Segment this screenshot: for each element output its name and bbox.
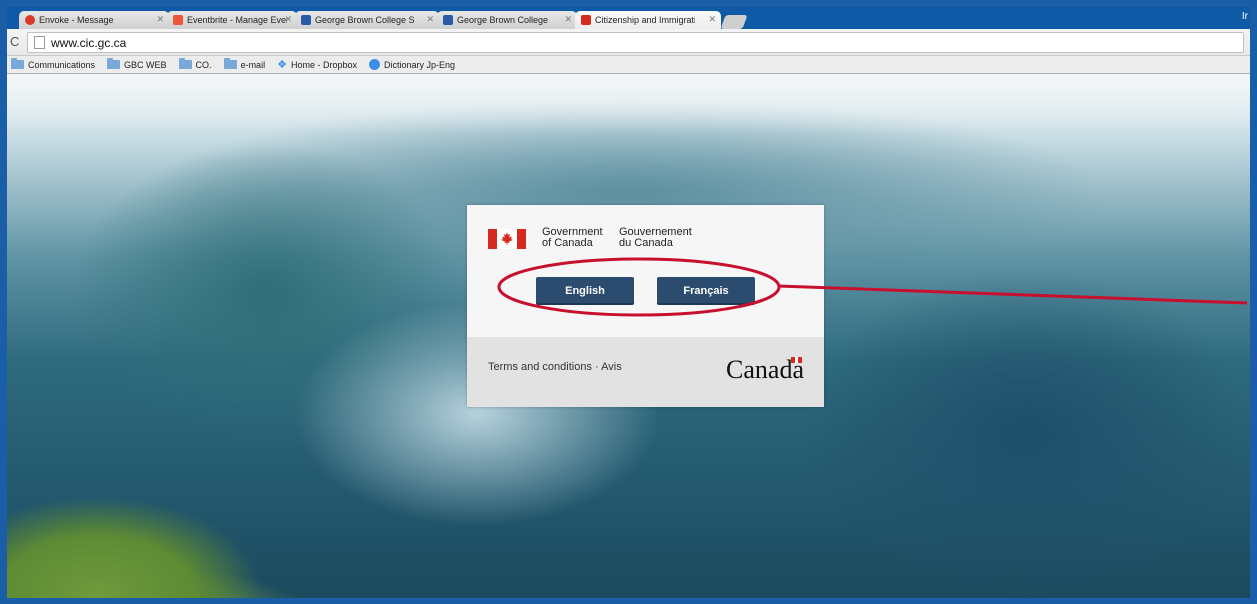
reload-icon[interactable]: C	[10, 34, 19, 49]
tab-eventbrite[interactable]: Eventbrite - Manage Even ✕	[167, 11, 297, 29]
bookmark-communications[interactable]: Communications	[11, 58, 96, 70]
bookmark-dropbox[interactable]: ❖ Home - Dropbox	[277, 58, 357, 71]
tab-label: Citizenship and Immigratio	[595, 15, 695, 25]
envoke-icon	[25, 15, 35, 25]
close-icon[interactable]: ✕	[426, 14, 434, 25]
bookmark-label: e-mail	[240, 59, 266, 70]
bookmarks-bar: Communications GBC WEB CO. e-mail ❖ Home…	[7, 56, 1250, 74]
french-button[interactable]: Français	[657, 277, 755, 305]
background-image	[7, 74, 1250, 134]
tab-label: Envoke - Message	[39, 15, 114, 25]
profile-text: Ir	[1241, 11, 1248, 22]
gov-name-french: Gouvernement du Canada	[619, 226, 692, 249]
url-field[interactable]: www.cic.gc.ca	[27, 32, 1244, 53]
eventbrite-icon	[173, 15, 183, 25]
url-text[interactable]: www.cic.gc.ca	[51, 36, 126, 50]
dictionary-icon	[368, 59, 380, 70]
card-header: Government of Canada Gouvernement du Can…	[467, 205, 824, 337]
gbc-icon	[443, 15, 453, 25]
bookmark-email[interactable]: e-mail	[223, 58, 266, 70]
screenshot-frame: Envoke - Message ✕ Eventbrite - Manage E…	[7, 7, 1250, 598]
canada-wordmark: Canada	[726, 355, 804, 384]
folder-icon	[223, 58, 237, 69]
tab-envoke[interactable]: Envoke - Message ✕	[19, 11, 169, 29]
folder-icon	[11, 58, 24, 69]
close-icon[interactable]: ✕	[564, 14, 572, 25]
folder-icon	[178, 58, 192, 69]
close-icon[interactable]: ✕	[156, 14, 164, 25]
tab-label: Eventbrite - Manage Even	[187, 15, 287, 25]
tab-label: George Brown College Se	[315, 15, 415, 25]
address-bar: C www.cic.gc.ca	[7, 29, 1250, 56]
language-splash-card: Government of Canada Gouvernement du Can…	[467, 205, 824, 407]
tab-citizenship[interactable]: Citizenship and Immigratio ✕	[575, 11, 721, 29]
page-icon	[34, 36, 45, 49]
landing-page: Government of Canada Gouvernement du Can…	[7, 74, 1250, 598]
canada-flag-icon	[488, 229, 526, 249]
english-button[interactable]: English	[536, 277, 634, 305]
bookmark-dictionary[interactable]: Dictionary Jp-Eng	[368, 59, 456, 70]
tab-george-brown-1[interactable]: George Brown College Se ✕	[295, 11, 439, 29]
bookmark-label: GBC WEB	[124, 59, 167, 70]
new-tab-button[interactable]	[720, 15, 748, 29]
folder-icon	[107, 58, 121, 69]
tab-strip: Envoke - Message ✕ Eventbrite - Manage E…	[7, 7, 1250, 29]
bookmark-label: CO.	[195, 59, 212, 70]
dropbox-icon: ❖	[277, 59, 287, 71]
card-footer: Terms and conditions · Avis Canada	[467, 337, 824, 407]
wordmark-flag-icon	[791, 357, 803, 363]
maple-leaf-icon	[581, 15, 591, 25]
close-icon[interactable]: ✕	[284, 14, 292, 25]
close-icon[interactable]: ✕	[708, 14, 716, 25]
terms-link[interactable]: Terms and conditions · Avis	[488, 361, 622, 373]
tab-label: George Brown College	[457, 15, 549, 25]
bookmark-label: Home - Dropbox	[290, 59, 357, 70]
gbc-icon	[301, 15, 311, 25]
gov-name-english: Government of Canada	[542, 226, 603, 249]
bookmark-label: Dictionary Jp-Eng	[383, 59, 456, 70]
bookmark-gbc-web[interactable]: GBC WEB	[107, 58, 167, 70]
tab-george-brown-2[interactable]: George Brown College ✕	[437, 11, 577, 29]
bookmark-co[interactable]: CO.	[178, 58, 212, 70]
bookmark-label: Communications	[28, 59, 96, 70]
